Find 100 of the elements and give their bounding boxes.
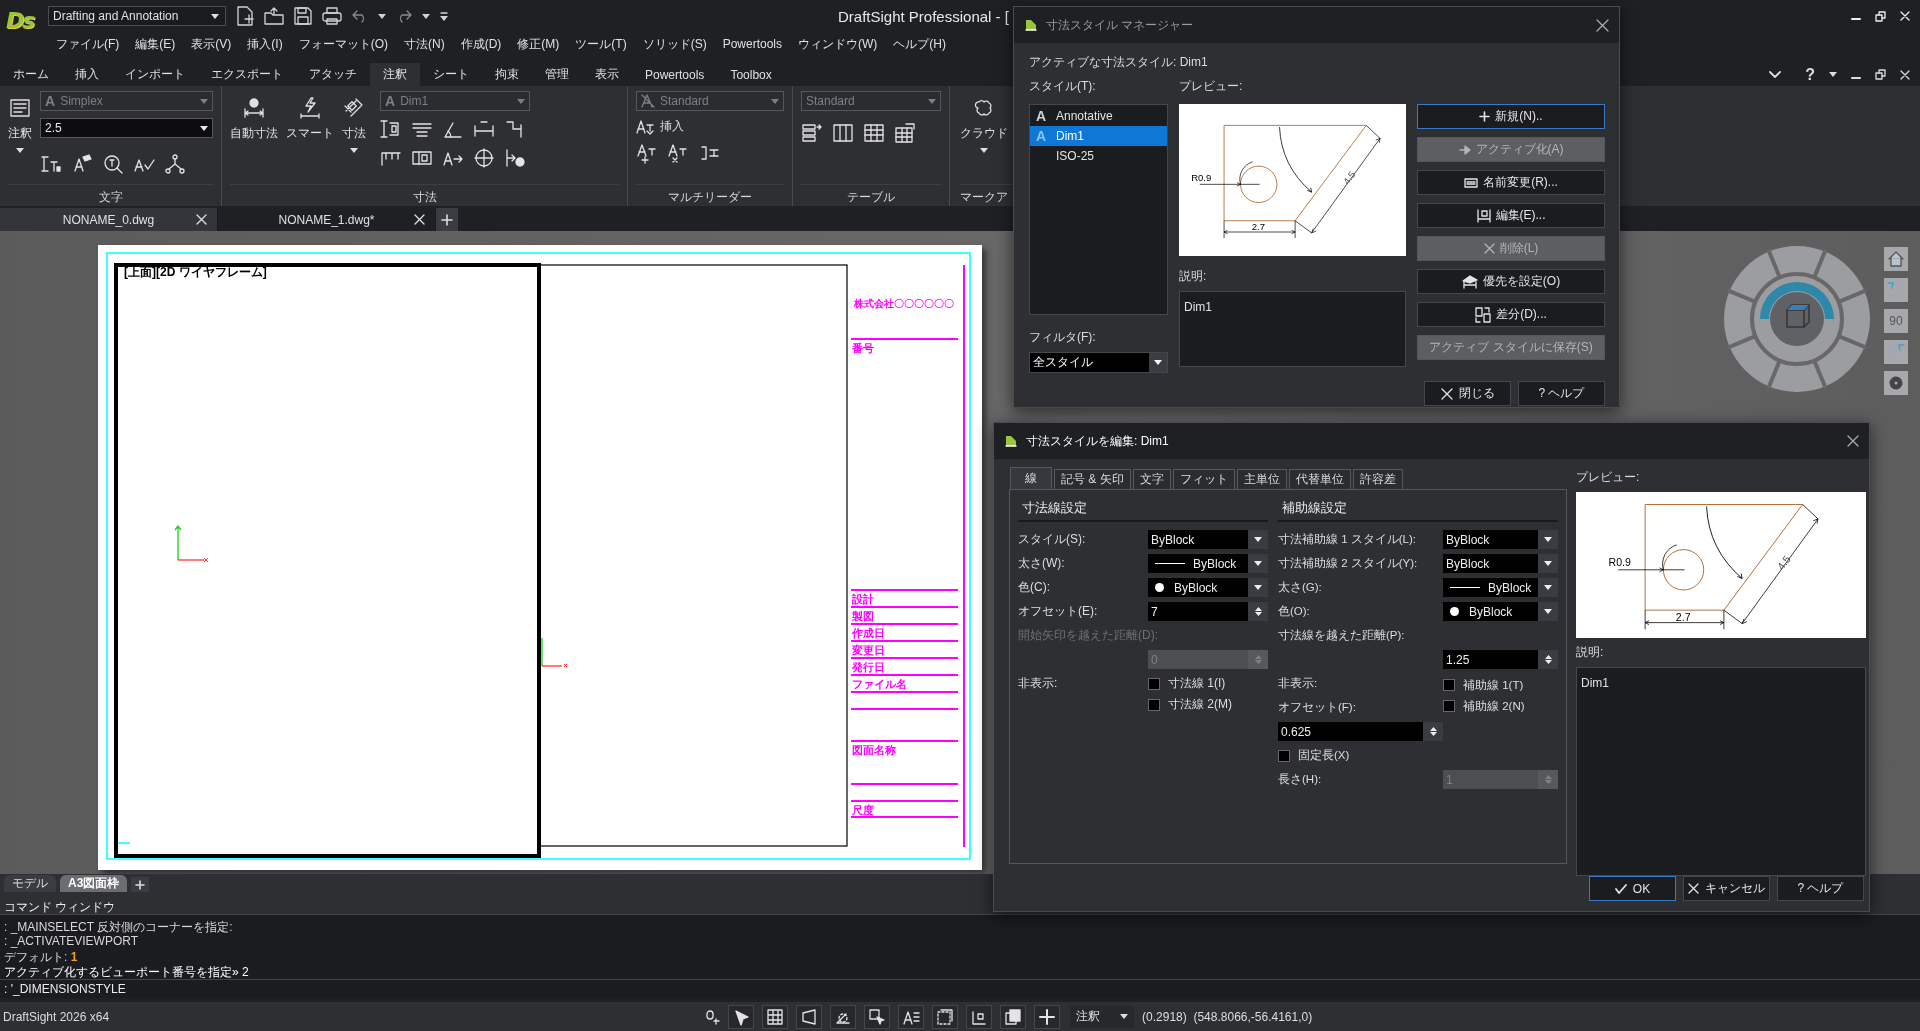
gear-dimension-icon[interactable] xyxy=(243,97,265,119)
leader-style-dropdown[interactable]: Standard xyxy=(636,91,784,111)
menu-item[interactable]: ソリッド(S) xyxy=(642,35,707,53)
number-field[interactable]: 7 xyxy=(1148,602,1268,621)
find-text-icon[interactable] xyxy=(102,153,124,175)
caret-icon[interactable] xyxy=(980,148,988,153)
home-view-button[interactable] xyxy=(1884,247,1908,271)
cloud-button[interactable]: クラウド xyxy=(960,91,1008,184)
vertical-dimension-icon[interactable] xyxy=(380,118,402,140)
number-field[interactable]: 0.625 xyxy=(1278,722,1443,741)
copy-icon[interactable] xyxy=(1004,1007,1023,1026)
dropdown[interactable]: ByBlock xyxy=(1148,530,1268,549)
dimension-settings-icon[interactable] xyxy=(504,147,526,169)
caret-icon[interactable] xyxy=(1254,537,1262,542)
dialog-button[interactable]: 新規(N).. xyxy=(1417,104,1605,129)
ribbon-tab[interactable]: 注釈 xyxy=(370,63,420,86)
settings-button[interactable] xyxy=(1884,371,1908,395)
table-style-dropdown[interactable]: Standard xyxy=(801,91,941,111)
menu-item[interactable]: 挿入(I) xyxy=(247,35,283,53)
dialog-button[interactable]: 優先を設定(O) xyxy=(1417,269,1605,294)
help-button[interactable]: ? xyxy=(1805,65,1815,84)
selection-icon[interactable] xyxy=(868,1007,887,1026)
close-icon[interactable] xyxy=(414,214,425,225)
leader-icon[interactable] xyxy=(636,118,654,135)
dimension-tool-button[interactable]: 自動寸法 xyxy=(230,91,278,184)
ok-button[interactable]: OK xyxy=(1589,876,1676,901)
layout-tab[interactable]: A3図面枠 xyxy=(60,875,128,892)
workspace-dropdown[interactable]: Drafting and Annotation xyxy=(48,6,226,26)
annotation-scale-dropdown[interactable]: 注釈 xyxy=(1070,1005,1135,1028)
spin-up-icon[interactable] xyxy=(1544,655,1552,659)
style-list-item[interactable]: A Dim1 xyxy=(1030,126,1167,146)
plus-icon[interactable] xyxy=(1479,111,1491,122)
help-button[interactable]: ? ヘルプ xyxy=(1777,876,1864,901)
style-list-item[interactable]: A Annotative xyxy=(1030,106,1167,126)
ribbon-tab[interactable]: アタッチ xyxy=(296,63,370,86)
leader-style-icon[interactable] xyxy=(641,94,655,108)
caret-icon[interactable] xyxy=(422,13,430,19)
dashed-box-icon[interactable] xyxy=(936,1007,955,1026)
ribbon-tab[interactable]: インポート xyxy=(112,63,198,86)
frame-icon[interactable] xyxy=(800,1007,819,1026)
menu-item[interactable]: Powertools xyxy=(722,37,783,51)
add-layout-button[interactable] xyxy=(131,877,150,892)
caret-icon[interactable] xyxy=(1544,561,1552,566)
close-icon[interactable] xyxy=(196,214,207,225)
plus-icon[interactable] xyxy=(441,213,453,226)
cancel-button[interactable]: キャンセル xyxy=(1683,876,1770,901)
menu-item[interactable]: 修正(M) xyxy=(517,35,560,53)
customize-icon[interactable] xyxy=(440,11,448,21)
caret-icon[interactable] xyxy=(350,148,358,153)
checkbox[interactable] xyxy=(1443,679,1455,691)
ribbon-tab[interactable]: 管理 xyxy=(532,63,582,86)
node-tree-icon[interactable] xyxy=(164,153,186,175)
note-icon[interactable] xyxy=(9,97,31,119)
caret-icon[interactable] xyxy=(200,125,208,131)
lineweight-dropdown[interactable]: ByBlock xyxy=(1443,578,1558,597)
spin-down-icon[interactable] xyxy=(1544,660,1552,664)
menu-item[interactable]: 表示(V) xyxy=(191,35,232,53)
close-button[interactable] xyxy=(1596,18,1609,32)
spin-down-icon[interactable] xyxy=(1254,612,1262,616)
table-data-icon[interactable] xyxy=(894,122,916,144)
remove-leader-icon[interactable] xyxy=(667,142,689,164)
menu-item[interactable]: 編集(E) xyxy=(135,35,176,53)
caret-icon[interactable] xyxy=(1544,609,1552,614)
menu-item[interactable]: ヘルプ(H) xyxy=(893,35,947,53)
number-field[interactable]: 1.25 xyxy=(1443,650,1558,669)
print-icon[interactable] xyxy=(322,7,342,25)
spin-up-icon[interactable] xyxy=(1254,607,1262,611)
style-list-item[interactable]: ISO-25 xyxy=(1030,146,1167,166)
close-button[interactable] xyxy=(1847,435,1859,447)
ribbon-tab[interactable]: ホーム xyxy=(0,63,62,86)
viewport-frame[interactable] xyxy=(114,263,541,858)
menu-item[interactable]: ツール(T) xyxy=(575,35,627,53)
layout-tab[interactable]: モデル xyxy=(4,875,56,892)
dropdown[interactable]: ByBlock xyxy=(1443,554,1558,573)
filter-dropdown[interactable]: 全スタイル xyxy=(1029,352,1168,373)
insert-leader-button[interactable]: 挿入 xyxy=(636,118,784,135)
caret-icon[interactable] xyxy=(1544,585,1552,590)
dialog-tab[interactable]: 記号 & 矢印 xyxy=(1054,469,1131,489)
ribbon-tab[interactable]: 挿入 xyxy=(62,63,112,86)
checkbox[interactable] xyxy=(1148,698,1160,711)
caret-icon[interactable] xyxy=(378,13,386,19)
plus-icon[interactable] xyxy=(1038,1007,1057,1026)
close-dialog-button[interactable]: 閉じる xyxy=(1424,381,1511,406)
rename-icon[interactable] xyxy=(1464,177,1479,188)
save-icon[interactable] xyxy=(294,7,312,25)
dialog-button[interactable]: 差分(D)... xyxy=(1417,302,1605,327)
close-icon[interactable] xyxy=(1900,69,1910,80)
plus-icon[interactable] xyxy=(135,879,146,890)
new-tab-button[interactable] xyxy=(436,208,458,231)
dialog-button[interactable]: 編集(E)... xyxy=(1417,203,1605,228)
dialog-tab[interactable]: 許容差 xyxy=(1352,469,1403,489)
add-leader-icon[interactable] xyxy=(636,142,658,164)
ribbon-tab[interactable]: 表示 xyxy=(582,63,632,86)
text-height-dropdown[interactable]: 2.5 xyxy=(40,118,213,138)
caret-icon[interactable] xyxy=(1154,360,1162,365)
new-file-icon[interactable] xyxy=(236,6,254,26)
caret-icon[interactable] xyxy=(1254,561,1262,566)
dialog-tab[interactable]: 線 xyxy=(1010,467,1052,489)
aligned-dimension-icon[interactable] xyxy=(343,97,365,119)
priority-icon[interactable] xyxy=(1461,274,1478,289)
